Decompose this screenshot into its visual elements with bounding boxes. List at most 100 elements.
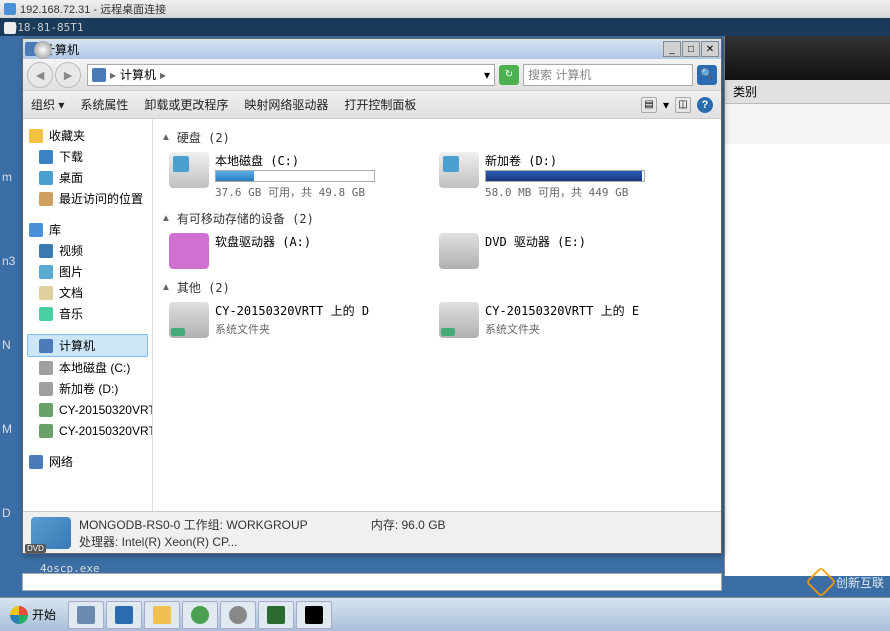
task-app-1[interactable] — [182, 601, 218, 629]
close-button[interactable]: ✕ — [701, 41, 719, 57]
dvd-e[interactable]: DVD DVD 驱动器 (E:) — [437, 231, 697, 271]
side-panel-subhead — [725, 104, 890, 144]
search-input[interactable]: 搜索 计算机 — [523, 64, 693, 86]
hidden-bar: 2018-81-85T1 — [0, 18, 890, 36]
powershell-icon — [115, 606, 133, 624]
collapse-icon: ▲ — [161, 213, 171, 224]
drive-label: CY-20150320VRTT 上的 E — [485, 302, 695, 319]
drive-icon — [169, 152, 209, 188]
explorer-icon — [153, 606, 171, 624]
drive-label: 本地磁盘 (C:) — [215, 152, 425, 169]
search-placeholder: 搜索 计算机 — [528, 66, 591, 83]
start-button[interactable]: 开始 — [2, 601, 64, 629]
tree-desktop[interactable]: 桌面 — [27, 167, 148, 188]
drive-icon — [39, 361, 53, 375]
tree-documents[interactable]: 文档 — [27, 282, 148, 303]
tree-drive-c[interactable]: 本地磁盘 (C:) — [27, 357, 148, 378]
server-icon — [77, 606, 95, 624]
forward-button[interactable]: ► — [55, 62, 81, 88]
dropdown-icon[interactable]: ▾ — [663, 98, 669, 112]
command-bar: 组织 ▾ 系统属性 卸载或更改程序 映射网络驱动器 打开控制面板 ▤ ▾ ◫ ? — [23, 91, 721, 119]
maximize-button[interactable]: □ — [682, 41, 700, 57]
task-app-2[interactable] — [220, 601, 256, 629]
library-icon — [29, 223, 43, 237]
task-explorer[interactable] — [144, 601, 180, 629]
mapped-drive-icon — [39, 403, 53, 417]
drive-label: 新加卷 (D:) — [485, 152, 695, 169]
system-properties-button[interactable]: 系统属性 — [80, 96, 128, 113]
breadcrumb-sep: ▸ — [160, 68, 166, 82]
tree-downloads[interactable]: 下载 — [27, 146, 148, 167]
start-label: 开始 — [32, 606, 56, 623]
side-panel-tab[interactable]: 类别 — [725, 80, 890, 104]
tree-videos[interactable]: 视频 — [27, 240, 148, 261]
tree-recent[interactable]: 最近访问的位置 — [27, 188, 148, 209]
category-removable[interactable]: ▲有可移动存储的设备 (2) — [161, 210, 713, 227]
collapse-icon: ▲ — [161, 282, 171, 293]
mapped-drive-icon — [439, 302, 479, 338]
window-titlebar[interactable]: 计算机 _ □ ✕ — [23, 39, 721, 59]
tree-network[interactable]: 网络 — [27, 451, 148, 472]
taskbar: 开始 — [0, 597, 890, 631]
watermark-text: 创新互联 — [836, 574, 884, 591]
tree-drive-d[interactable]: 新加卷 (D:) — [27, 378, 148, 399]
nav-bar: ◄ ► ▸ 计算机 ▸ ▾ ↻ 搜索 计算机 🔍 — [23, 59, 721, 91]
app-icon — [229, 606, 247, 624]
content-pane: ▲硬盘 (2) 本地磁盘 (C:) 37.6 GB 可用，共 49.8 GB 新… — [153, 119, 721, 511]
side-panel: 类别 — [724, 36, 890, 576]
uninstall-button[interactable]: 卸载或更改程序 — [144, 96, 228, 113]
window-title: 计算机 — [43, 41, 663, 58]
details-pane: MONGODB-RS0-0 工作组: WORKGROUP 内存: 96.0 GB… — [23, 511, 721, 553]
network-icon — [29, 455, 43, 469]
mapped-d[interactable]: CY-20150320VRTT 上的 D 系统文件夹 — [167, 300, 427, 340]
drive-c[interactable]: 本地磁盘 (C:) 37.6 GB 可用，共 49.8 GB — [167, 150, 427, 202]
dropdown-icon[interactable]: ▾ — [484, 68, 490, 82]
mapped-drive-icon — [169, 302, 209, 338]
collapse-icon: ▲ — [161, 132, 171, 143]
help-button[interactable]: ? — [697, 97, 713, 113]
tree-libraries[interactable]: 库 — [27, 219, 148, 240]
background-text: m n3 N M D — [2, 170, 15, 590]
tree-pictures[interactable]: 图片 — [27, 261, 148, 282]
drive-icon — [439, 152, 479, 188]
document-icon — [39, 286, 53, 300]
breadcrumb-item[interactable]: 计算机 — [120, 66, 156, 83]
windows-icon — [10, 606, 28, 624]
nav-tree: 收藏夹 下载 桌面 最近访问的位置 库 视频 图片 文档 音乐 计算机 本地磁盘… — [23, 119, 153, 511]
app-icon — [191, 606, 209, 624]
organize-menu[interactable]: 组织 ▾ — [31, 96, 64, 113]
preview-pane-button[interactable]: ◫ — [675, 97, 691, 113]
drive-usage: 37.6 GB 可用，共 49.8 GB — [215, 184, 425, 200]
floppy-a[interactable]: 软盘驱动器 (A:) — [167, 231, 427, 271]
view-mode-button[interactable]: ▤ — [641, 97, 657, 113]
back-button[interactable]: ◄ — [27, 62, 53, 88]
tree-music[interactable]: 音乐 — [27, 303, 148, 324]
refresh-button[interactable]: ↻ — [499, 65, 519, 85]
cmd-icon — [305, 606, 323, 624]
tree-mapped-2[interactable]: CY-20150320VRTT 上 — [27, 420, 148, 441]
control-panel-button[interactable]: 打开控制面板 — [344, 96, 416, 113]
desktop-icon — [39, 171, 53, 185]
computer-icon — [39, 339, 53, 353]
task-app-3[interactable] — [258, 601, 294, 629]
minimize-button[interactable]: _ — [663, 41, 681, 57]
drive-subtype: 系统文件夹 — [215, 321, 425, 337]
drive-d[interactable]: 新加卷 (D:) 58.0 MB 可用，共 449 GB — [437, 150, 697, 202]
map-drive-button[interactable]: 映射网络驱动器 — [244, 96, 328, 113]
tree-mapped-1[interactable]: CY-20150320VRTT 上 — [27, 399, 148, 420]
mapped-e[interactable]: CY-20150320VRTT 上的 E 系统文件夹 — [437, 300, 697, 340]
address-bar[interactable]: ▸ 计算机 ▸ ▾ — [87, 64, 495, 86]
category-other[interactable]: ▲其他 (2) — [161, 279, 713, 296]
task-cmd[interactable] — [296, 601, 332, 629]
tree-favorites[interactable]: 收藏夹 — [27, 125, 148, 146]
computer-icon — [92, 68, 106, 82]
drive-usage: 58.0 MB 可用，共 449 GB — [485, 184, 695, 200]
task-powershell[interactable] — [106, 601, 142, 629]
tree-computer[interactable]: 计算机 — [27, 334, 148, 357]
task-server-manager[interactable] — [68, 601, 104, 629]
music-icon — [39, 307, 53, 321]
search-button[interactable]: 🔍 — [697, 65, 717, 85]
explorer-window: 计算机 _ □ ✕ ◄ ► ▸ 计算机 ▸ ▾ ↻ 搜索 计算机 🔍 组织 ▾ … — [22, 38, 722, 554]
video-icon — [39, 244, 53, 258]
category-hard-disk[interactable]: ▲硬盘 (2) — [161, 129, 713, 146]
